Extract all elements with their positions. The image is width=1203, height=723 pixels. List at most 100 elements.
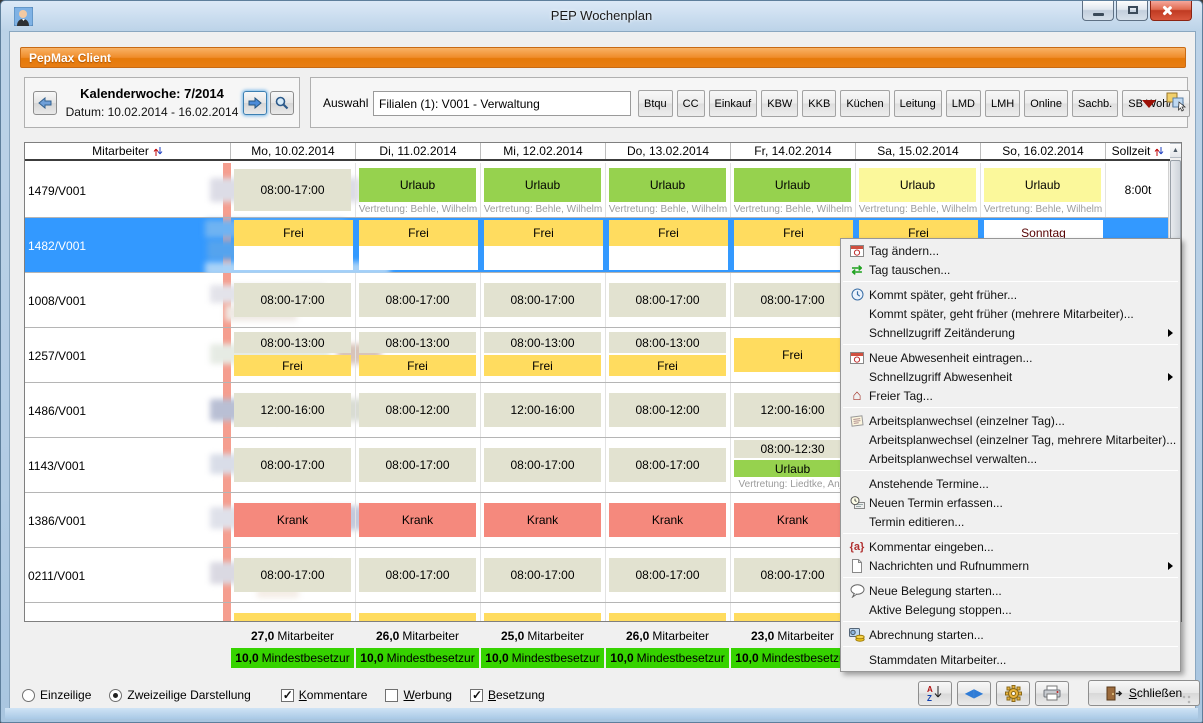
schedule-cell[interactable]: 08:00-17:00: [481, 273, 606, 327]
schedule-cell[interactable]: UrlaubVertretung: Behle, Wilhelm: [481, 163, 606, 217]
schedule-cell[interactable]: Frei: [481, 603, 606, 622]
schedule-cell[interactable]: 08:00-12:00: [356, 383, 481, 437]
employee-cell[interactable]: 1008/V001: [25, 273, 223, 327]
schedule-cell[interactable]: 12:00-16:00: [231, 383, 356, 437]
menu-item-neuen-termin-erfassen[interactable]: Neuen Termin erfassen...: [841, 493, 1180, 512]
schedule-cell[interactable]: Krank: [481, 493, 606, 547]
menu-item-stammdaten-mitarbeiter[interactable]: Stammdaten Mitarbeiter...: [841, 650, 1180, 669]
schedule-cell[interactable]: 08:00-17:00: [356, 273, 481, 327]
column-header-so[interactable]: So, 16.02.2014: [981, 143, 1106, 159]
schedule-cell[interactable]: Frei: [356, 218, 481, 272]
titlebar[interactable]: PEP Wochenplan: [1, 1, 1202, 31]
employee-cell[interactable]: [25, 603, 223, 622]
store-select-icon[interactable]: [1166, 90, 1188, 112]
scroll-up-button[interactable]: ▲: [1169, 143, 1182, 158]
schedule-cell[interactable]: UrlaubVertretung: Behle, Wilhelm: [981, 163, 1106, 217]
employee-cell[interactable]: 0211/V001: [25, 548, 223, 602]
close-window-button[interactable]: [1150, 1, 1192, 21]
schedule-cell[interactable]: Frei: [356, 603, 481, 622]
checkbox-besetzung[interactable]: Besetzung: [470, 688, 545, 702]
schedule-cell[interactable]: 08:00-17:00: [231, 548, 356, 602]
schedule-cell[interactable]: 08:00-13:00Frei: [231, 328, 356, 382]
schedule-cell[interactable]: Frei: [731, 328, 856, 382]
employee-cell[interactable]: 1486/V001: [25, 383, 223, 437]
previous-week-button[interactable]: [33, 91, 57, 115]
schedule-cell[interactable]: 08:00-13:00Frei: [481, 328, 606, 382]
menu-item-arbeitsplanwechsel-einzelner-tag-mehrere-mitarbeiter[interactable]: Arbeitsplanwechsel (einzelner Tag, mehre…: [841, 430, 1180, 449]
schedule-cell[interactable]: Krank: [231, 493, 356, 547]
radio-zweizeilige-darstellung[interactable]: Zweizeilige Darstellung: [109, 688, 250, 702]
search-week-button[interactable]: [270, 91, 294, 115]
employee-cell[interactable]: 1386/V001: [25, 493, 223, 547]
column-header-sa[interactable]: Sa, 15.02.2014: [856, 143, 981, 159]
schedule-cell[interactable]: Frei: [731, 218, 856, 272]
filter-button-btqu[interactable]: Btqu: [638, 90, 673, 117]
menu-item-tag-tauschen[interactable]: ⇄Tag tauschen...: [841, 260, 1180, 279]
menu-item-aktive-belegung-stoppen[interactable]: Aktive Belegung stoppen...: [841, 600, 1180, 619]
employee-cell[interactable]: 1257/V001: [25, 328, 223, 382]
menu-item-freier-tag[interactable]: ⌂Freier Tag...: [841, 386, 1180, 405]
radio-einzeilige[interactable]: Einzeilige: [22, 688, 91, 702]
filter-button-cc[interactable]: CC: [677, 90, 705, 117]
schedule-cell[interactable]: 08:00-17:00: [481, 438, 606, 492]
filter-button-leitung[interactable]: Leitung: [894, 90, 942, 117]
schedule-cell[interactable]: Frei: [481, 218, 606, 272]
filter-button-online[interactable]: Online: [1024, 90, 1068, 117]
column-header-fr[interactable]: Fr, 14.02.2014: [731, 143, 856, 159]
schedule-cell[interactable]: 12:00-16:00: [481, 383, 606, 437]
menu-item-anstehende-termine[interactable]: Anstehende Termine...: [841, 474, 1180, 493]
schedule-cell[interactable]: 08:00-17:00: [481, 548, 606, 602]
schedule-cell[interactable]: Frei: [606, 603, 731, 622]
menu-item-termin-editieren[interactable]: Termin editieren...: [841, 512, 1180, 531]
schedule-cell[interactable]: 08:00-17:00: [606, 438, 731, 492]
employee-cell[interactable]: 1143/V001: [25, 438, 223, 492]
next-week-button[interactable]: [243, 91, 267, 115]
schedule-cell[interactable]: 08:00-17:00: [731, 548, 856, 602]
filter-button-lmh[interactable]: LMH: [985, 90, 1020, 117]
checkbox-werbung[interactable]: Werbung: [385, 688, 451, 702]
filter-button-lmd[interactable]: LMD: [946, 90, 981, 117]
filter-button-sachb[interactable]: Sachb.: [1072, 90, 1118, 117]
employee-cell[interactable]: 1482/V001: [25, 218, 223, 272]
menu-item-tag-ndern[interactable]: Tag ändern...: [841, 241, 1180, 260]
schedule-cell[interactable]: UrlaubVertretung: Behle, Wilhelm: [856, 163, 981, 217]
schedule-cell[interactable]: 08:00-17:00: [731, 273, 856, 327]
schedule-cell[interactable]: Krank: [731, 493, 856, 547]
sort-az-button[interactable]: AZ: [918, 681, 952, 706]
schedule-cell[interactable]: 08:00-12:30UrlaubVertretung: Liedtke, An…: [731, 438, 856, 492]
schedule-cell[interactable]: 12:00-16:00: [731, 383, 856, 437]
column-header-mo[interactable]: Mo, 10.02.2014: [231, 143, 356, 159]
column-width-button[interactable]: ◀▶: [957, 681, 991, 706]
filter-button-k-chen[interactable]: Küchen: [840, 90, 889, 117]
menu-item-kommentar-eingeben[interactable]: {a}Kommentar eingeben...: [841, 537, 1180, 556]
menu-item-arbeitsplanwechsel-einzelner-tag[interactable]: Arbeitsplanwechsel (einzelner Tag)...: [841, 411, 1180, 430]
minimize-button[interactable]: [1082, 1, 1114, 21]
employee-cell[interactable]: 1479/V001: [25, 163, 223, 217]
column-header-di[interactable]: Di, 11.02.2014: [356, 143, 481, 159]
checkbox-kommentare[interactable]: Kommentare: [281, 688, 368, 702]
schedule-cell[interactable]: UrlaubVertretung: Behle, Wilhelm: [356, 163, 481, 217]
schedule-cell[interactable]: Frei: [731, 603, 856, 622]
scrollbar-thumb[interactable]: [1170, 160, 1181, 250]
column-header-do[interactable]: Do, 13.02.2014: [606, 143, 731, 159]
schedule-cell[interactable]: 08:00-17:00: [606, 273, 731, 327]
filter-button-kkb[interactable]: KKB: [802, 90, 836, 117]
schedule-cell[interactable]: Krank: [606, 493, 731, 547]
filter-dropdown-icon[interactable]: [1142, 100, 1156, 108]
menu-item-neue-abwesenheit-eintragen[interactable]: Neue Abwesenheit eintragen...: [841, 348, 1180, 367]
menu-item-kommt-sp-ter-geht-fr-her-mehrere-mitarbeiter[interactable]: Kommt später, geht früher (mehrere Mitar…: [841, 304, 1180, 323]
schedule-cell[interactable]: 08:00-13:00Frei: [606, 328, 731, 382]
menu-item-nachrichten-und-rufnummern[interactable]: Nachrichten und Rufnummern: [841, 556, 1180, 575]
menu-item-arbeitsplanwechsel-verwalten[interactable]: Arbeitsplanwechsel verwalten...: [841, 449, 1180, 468]
selection-input[interactable]: [373, 91, 631, 116]
menu-item-kommt-sp-ter-geht-fr-her[interactable]: Kommt später, geht früher...: [841, 285, 1180, 304]
schedule-cell[interactable]: 08:00-17:00: [606, 548, 731, 602]
schedule-cell[interactable]: 08:00-13:00Frei: [356, 328, 481, 382]
filter-button-kbw[interactable]: KBW: [761, 90, 798, 117]
maximize-button[interactable]: [1116, 1, 1148, 21]
schedule-cell[interactable]: UrlaubVertretung: Behle, Wilhelm: [606, 163, 731, 217]
column-header-mi[interactable]: Mi, 12.02.2014: [481, 143, 606, 159]
menu-item-schnellzugriff-zeit-nderung[interactable]: Schnellzugriff Zeitänderung: [841, 323, 1180, 342]
column-header-sollzeit[interactable]: Sollzeit: [1106, 143, 1170, 159]
filter-button-einkauf[interactable]: Einkauf: [709, 90, 758, 117]
